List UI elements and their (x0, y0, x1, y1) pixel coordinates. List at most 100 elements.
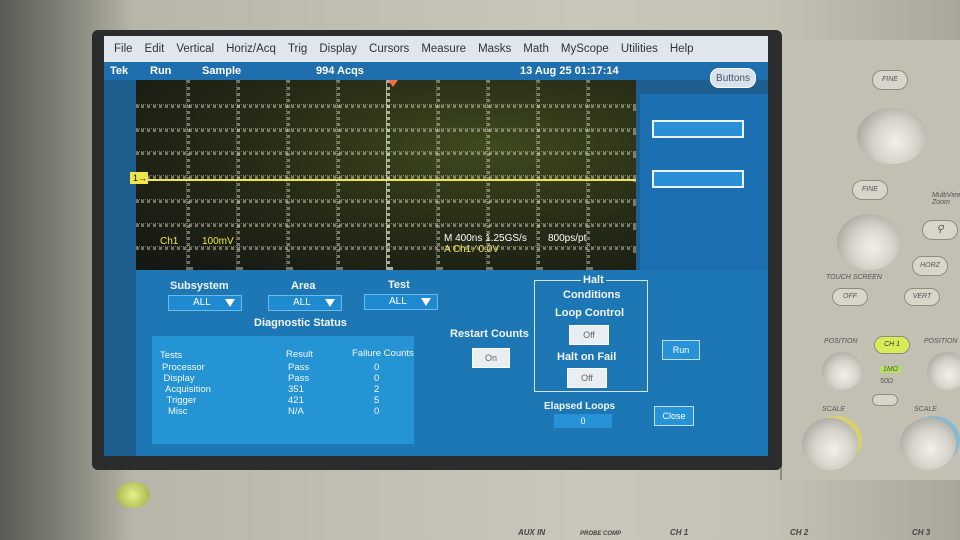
test-name: Acquisition (165, 384, 211, 395)
subsystem-dropdown[interactable]: ALL (168, 295, 242, 311)
test-name: Display (163, 373, 195, 384)
trigger-position-marker[interactable] (388, 80, 398, 87)
zoom-button[interactable]: ⚲ (922, 220, 958, 240)
probe-comp-label: PROBE COMP (580, 531, 622, 537)
knob-upper[interactable] (857, 108, 927, 164)
test-result: N/A (288, 406, 304, 417)
area-label: Area (291, 280, 316, 292)
subsystem-label: Subsystem (170, 280, 229, 292)
diagnostics-panel: Subsystem ALL Area ALL Test ALL Diagnost… (136, 270, 768, 456)
run-button[interactable]: Run (662, 340, 700, 360)
test-dropdown[interactable]: ALL (364, 294, 438, 310)
side-menu-button-2[interactable] (652, 170, 744, 188)
elapsed-loops-label: Elapsed Loops (544, 401, 616, 412)
restart-counts-button[interactable]: On (472, 348, 510, 368)
area-dropdown[interactable]: ALL (268, 295, 342, 311)
halt-on-fail-button[interactable]: Off (567, 368, 607, 388)
ch2-scale-label: SCALE (914, 406, 937, 413)
multiview-label: MultiView Zoom (932, 192, 960, 206)
resolution-readout: 800ps/pt (548, 233, 587, 244)
menu-utilities[interactable]: Utilities (621, 43, 658, 55)
menu-myscope[interactable]: MyScope (561, 43, 609, 55)
menu-file[interactable]: File (114, 43, 133, 55)
halt-conditions-group: Halt Conditions Loop Control Off Halt on… (534, 274, 648, 392)
col-result: Result (286, 349, 313, 360)
ch1-impedance-indicator: 1MΩ (880, 366, 902, 373)
test-name: Processor (162, 362, 205, 373)
failure-count: 2 (374, 384, 380, 395)
menu-measure[interactable]: Measure (421, 43, 466, 55)
test-value: ALL (389, 296, 407, 307)
acquisition-mode: Sample (202, 65, 242, 77)
grid-line-horizontal (136, 246, 636, 251)
side-menu-panel (640, 94, 768, 270)
test-name: Trigger (166, 395, 197, 406)
run-state: Run (150, 65, 172, 77)
test-name: Misc (168, 406, 188, 417)
ch1-button[interactable]: CH 1 (874, 336, 910, 354)
restart-counts-label: Restart Counts (450, 328, 529, 340)
diagnostic-status-table: Tests Result Failure Counts Processor Pas… (152, 336, 414, 444)
buttons-toggle[interactable]: Buttons (710, 68, 756, 88)
datetime: 13 Aug 25 01:17:14 (520, 65, 619, 77)
power-button[interactable] (116, 482, 150, 508)
menu-cursors[interactable]: Cursors (369, 43, 409, 55)
ch2-input-label: CH 2 (790, 528, 809, 537)
ch1-scale-knob[interactable] (802, 418, 858, 470)
loop-control-label: Loop Control (555, 307, 625, 319)
grid-line-horizontal (136, 175, 636, 179)
test-result: Pass (288, 362, 310, 373)
chevron-down-icon (325, 299, 335, 307)
touch-screen-label: TOUCH SCREEN (826, 274, 882, 281)
ch1-scale-label: SCALE (822, 406, 845, 413)
fine-button-1[interactable]: FINE (872, 70, 908, 90)
test-label: Test (388, 279, 410, 291)
side-menu-button-1[interactable] (652, 120, 744, 138)
waveform-graticule[interactable]: Ch1 100mV M 400ns 1.25GS/s 800ps/pt A Ch… (136, 80, 636, 270)
ch1-input-label: CH 1 (670, 528, 689, 537)
test-result: Pass (288, 373, 310, 384)
test-result: 421 (288, 395, 304, 406)
fine-button-2[interactable]: FINE (852, 180, 888, 200)
conditions-title: Conditions (563, 289, 621, 301)
ch1-marker-label: 1 (133, 173, 139, 183)
ch1-impedance-button[interactable] (872, 394, 898, 406)
menu-math[interactable]: Math (523, 43, 549, 55)
grid-line-horizontal (136, 151, 636, 156)
ch2-position-label: POSITION (924, 338, 958, 345)
touch-screen-off-button[interactable]: OFF (832, 288, 868, 306)
failure-count: 0 (374, 362, 380, 373)
ch1-ground-marker[interactable]: 1→ (130, 172, 148, 184)
ch2-position-knob[interactable] (927, 352, 960, 390)
menu-trig[interactable]: Trig (288, 43, 307, 55)
menu-vertical[interactable]: Vertical (176, 43, 214, 55)
grid-line-horizontal (136, 103, 636, 108)
oscilloscope-screen: File Edit Vertical Horiz/Acq Trig Displa… (104, 36, 768, 456)
chevron-down-icon (225, 299, 235, 307)
vert-button[interactable]: VERT (904, 288, 940, 306)
halt-on-fail-label: Halt on Fail (557, 351, 617, 363)
failure-count: 5 (374, 395, 380, 406)
menu-edit[interactable]: Edit (145, 43, 165, 55)
ch1-position-knob[interactable] (822, 352, 862, 390)
menu-help[interactable]: Help (670, 43, 694, 55)
menu-horiz-acq[interactable]: Horiz/Acq (226, 43, 276, 55)
col-tests: Tests (160, 350, 183, 361)
test-result: 351 (288, 384, 304, 395)
horz-button[interactable]: HORZ (912, 256, 948, 276)
knob-lower[interactable] (837, 214, 901, 270)
aux-in-label: AUX IN (518, 528, 546, 537)
ch2-scale-knob[interactable] (900, 418, 956, 470)
loop-control-button[interactable]: Off (569, 325, 609, 345)
grid-line-horizontal (136, 127, 636, 132)
close-button[interactable]: Close (654, 406, 694, 426)
menu-masks[interactable]: Masks (478, 43, 511, 55)
position-label: POSITION (824, 338, 858, 345)
ch1-50ohm-label: 50Ω (880, 378, 894, 385)
status-bar: Tek Run Sample 994 Acqs 13 Aug 25 01:17:… (104, 62, 768, 80)
failure-count: 0 (374, 406, 380, 417)
menu-display[interactable]: Display (319, 43, 357, 55)
grid-line-horizontal (136, 198, 636, 203)
ch3-input-label: CH 3 (912, 528, 931, 537)
failure-count: 0 (374, 373, 380, 384)
